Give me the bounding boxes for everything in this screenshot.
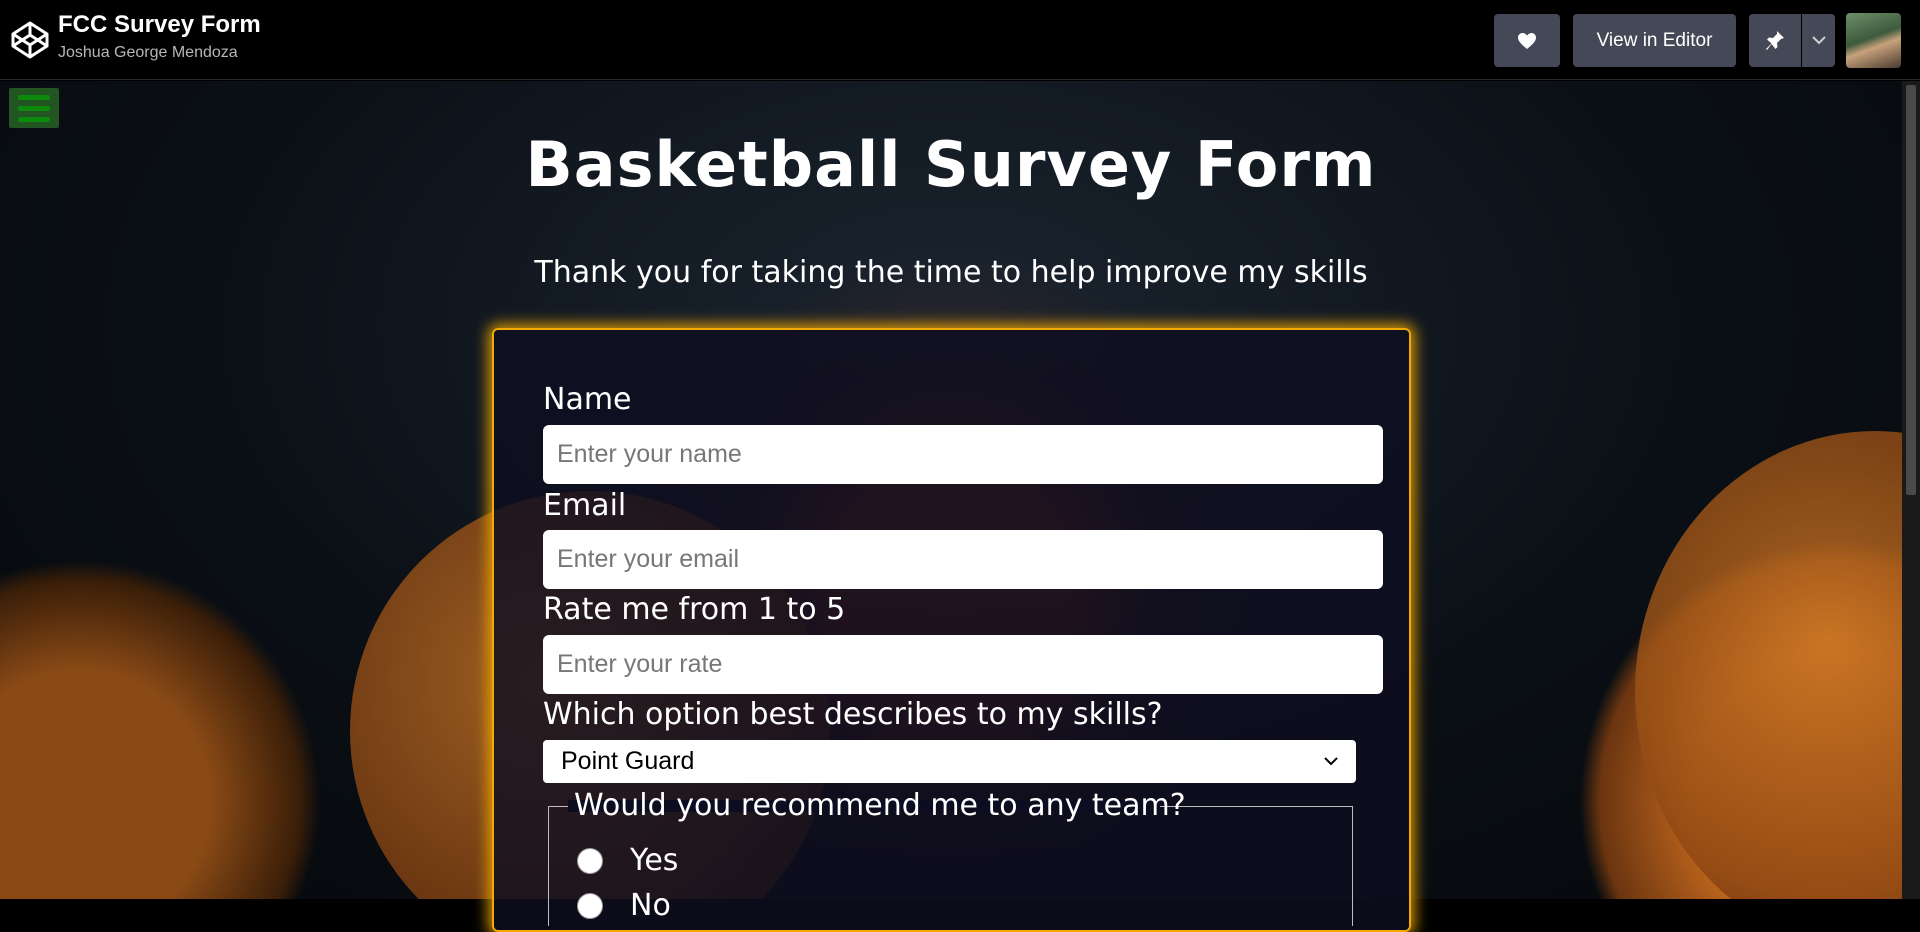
skills-select[interactable]: Point Guard (543, 740, 1356, 783)
skills-label: Which option best describes to my skills… (543, 697, 1163, 732)
name-input[interactable]: Enter your name (543, 425, 1383, 484)
background-basketball-right (1635, 431, 1902, 899)
recommend-yes-label[interactable]: Yes (630, 843, 678, 878)
recommend-yes-radio[interactable] (577, 848, 603, 874)
recommend-legend: Would you recommend me to any team? (574, 788, 1186, 823)
view-in-editor-button[interactable]: View in Editor (1573, 14, 1736, 67)
pin-options-button[interactable] (1802, 14, 1835, 67)
scrollbar-thumb[interactable] (1906, 85, 1916, 495)
user-avatar[interactable] (1846, 13, 1901, 68)
menu-bar-icon (18, 116, 50, 122)
hamburger-menu-button[interactable] (9, 88, 59, 128)
rate-input[interactable]: Enter your rate (543, 635, 1383, 694)
pin-icon (1766, 30, 1784, 50)
email-label: Email (543, 488, 627, 523)
skills-selected-value: Point Guard (561, 747, 695, 775)
menu-bar-icon (18, 94, 50, 100)
recommend-no-radio[interactable] (577, 893, 603, 919)
menu-bar-icon (18, 105, 50, 111)
pin-button[interactable] (1749, 14, 1801, 67)
chevron-down-icon (1811, 36, 1826, 45)
page-subtitle: Thank you for taking the time to help im… (534, 255, 1368, 290)
codepen-header: FCC Survey Form Joshua George Mendoza Vi… (0, 0, 1920, 80)
pen-author[interactable]: Joshua George Mendoza (58, 44, 238, 62)
rate-label: Rate me from 1 to 5 (543, 592, 846, 627)
name-label: Name (543, 382, 632, 417)
email-input[interactable]: Enter your email (543, 530, 1383, 589)
recommend-no-label[interactable]: No (630, 888, 671, 923)
page-title: Basketball Survey Form (525, 128, 1377, 201)
heart-icon (1518, 32, 1536, 49)
codepen-logo-icon[interactable] (10, 20, 50, 60)
heart-button[interactable] (1494, 14, 1560, 67)
pen-title[interactable]: FCC Survey Form (58, 11, 261, 39)
chevron-down-icon (1324, 757, 1338, 766)
